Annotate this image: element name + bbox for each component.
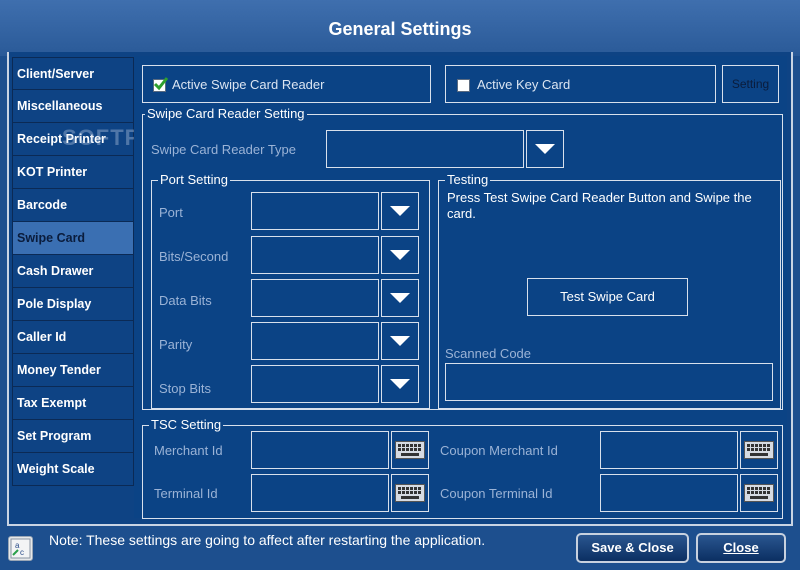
parity-select[interactable] xyxy=(251,322,379,360)
terminal-id-label: Terminal Id xyxy=(154,486,218,501)
title-bar: General Settings xyxy=(0,0,800,56)
parity-label: Parity xyxy=(159,337,193,352)
sidebar-item-cash-drawer[interactable]: Cash Drawer xyxy=(12,255,134,288)
coupon-merchant-keyboard-button[interactable] xyxy=(740,431,778,469)
sidebar-item-caller-id[interactable]: Caller Id xyxy=(12,321,134,354)
swipe-reader-legend: Swipe Card Reader Setting xyxy=(145,106,307,122)
sidebar-item-tax-exempt[interactable]: Tax Exempt xyxy=(12,387,134,420)
active-key-card-box: Active Key Card xyxy=(445,65,716,103)
chevron-down-icon xyxy=(535,144,555,154)
sidebar-item-kot-printer[interactable]: KOT Printer xyxy=(12,156,134,189)
bits-second-label: Bits/Second xyxy=(159,249,229,264)
keyboard-icon xyxy=(395,441,425,459)
port-dropdown-button[interactable] xyxy=(381,192,419,230)
data-bits-dropdown-button[interactable] xyxy=(381,279,419,317)
note-info-icon: a c xyxy=(8,536,33,561)
coupon-terminal-keyboard-button[interactable] xyxy=(740,474,778,512)
reader-type-label: Swipe Card Reader Type xyxy=(151,142,297,157)
bits-second-select[interactable] xyxy=(251,236,379,274)
merchant-keyboard-button[interactable] xyxy=(391,431,429,469)
stop-bits-select[interactable] xyxy=(251,365,379,403)
terminal-keyboard-button[interactable] xyxy=(391,474,429,512)
coupon-terminal-id-label: Coupon Terminal Id xyxy=(440,486,553,501)
active-swipe-reader-checkbox[interactable] xyxy=(153,77,169,92)
swipe-card-panel: Active Swipe Card Reader Active Key Card… xyxy=(134,56,787,519)
sidebar-item-miscellaneous[interactable]: Miscellaneous xyxy=(12,90,134,123)
reader-type-dropdown-button[interactable] xyxy=(526,130,564,168)
scanned-code-label: Scanned Code xyxy=(445,346,532,361)
parity-dropdown-button[interactable] xyxy=(381,322,419,360)
sidebar-item-client-server[interactable]: Client/Server xyxy=(12,57,134,90)
merchant-id-label: Merchant Id xyxy=(154,443,223,458)
coupon-merchant-id-field[interactable] xyxy=(600,431,738,469)
bits-second-dropdown-button[interactable] xyxy=(381,236,419,274)
merchant-id-field[interactable] xyxy=(251,431,389,469)
coupon-merchant-id-label: Coupon Merchant Id xyxy=(440,443,558,458)
chevron-down-icon xyxy=(390,293,410,303)
sidebar-item-weight-scale[interactable]: Weight Scale xyxy=(12,453,134,486)
keyboard-icon xyxy=(744,484,774,502)
port-label: Port xyxy=(159,205,183,220)
testing-legend: Testing xyxy=(445,172,491,188)
tsc-setting-legend: TSC Setting xyxy=(149,417,224,433)
testing-instructions: Press Test Swipe Card Reader Button and … xyxy=(447,190,752,221)
sidebar-item-set-program[interactable]: Set Program xyxy=(12,420,134,453)
terminal-id-field[interactable] xyxy=(251,474,389,512)
reader-type-select[interactable] xyxy=(326,130,524,168)
svg-text:c: c xyxy=(20,548,24,557)
sidebar-item-pole-display[interactable]: Pole Display xyxy=(12,288,134,321)
settings-sidebar: Client/Server Miscellaneous Receipt Prin… xyxy=(12,57,134,486)
restart-note: Note: These settings are going to affect… xyxy=(49,532,486,548)
sidebar-item-barcode[interactable]: Barcode xyxy=(12,189,134,222)
spell-check-icon: a c xyxy=(10,538,31,559)
data-bits-select[interactable] xyxy=(251,279,379,317)
save-close-button[interactable]: Save & Close xyxy=(576,533,689,563)
chevron-down-icon xyxy=(390,250,410,260)
test-swipe-card-button[interactable]: Test Swipe Card xyxy=(527,278,688,316)
active-key-card-checkbox[interactable] xyxy=(457,79,470,92)
close-button[interactable]: Close xyxy=(696,533,786,563)
stop-bits-label: Stop Bits xyxy=(159,381,212,396)
window-title: General Settings xyxy=(328,19,472,39)
active-swipe-reader-label: Active Swipe Card Reader xyxy=(172,77,325,92)
chevron-down-icon xyxy=(390,336,410,346)
active-key-card-label: Active Key Card xyxy=(477,77,571,92)
chevron-down-icon xyxy=(390,379,410,389)
data-bits-label: Data Bits xyxy=(159,293,212,308)
keyboard-icon xyxy=(744,441,774,459)
port-setting-legend: Port Setting xyxy=(158,172,230,188)
scanned-code-field[interactable] xyxy=(445,363,773,401)
port-select[interactable] xyxy=(251,192,379,230)
active-swipe-reader-box: Active Swipe Card Reader xyxy=(142,65,431,103)
setting-button[interactable]: Setting xyxy=(722,65,779,103)
sidebar-item-money-tender[interactable]: Money Tender xyxy=(12,354,134,387)
sidebar-item-swipe-card[interactable]: Swipe Card xyxy=(12,222,134,255)
checkmark-icon xyxy=(153,77,169,91)
coupon-terminal-id-field[interactable] xyxy=(600,474,738,512)
chevron-down-icon xyxy=(390,206,410,216)
stop-bits-dropdown-button[interactable] xyxy=(381,365,419,403)
keyboard-icon xyxy=(395,484,425,502)
